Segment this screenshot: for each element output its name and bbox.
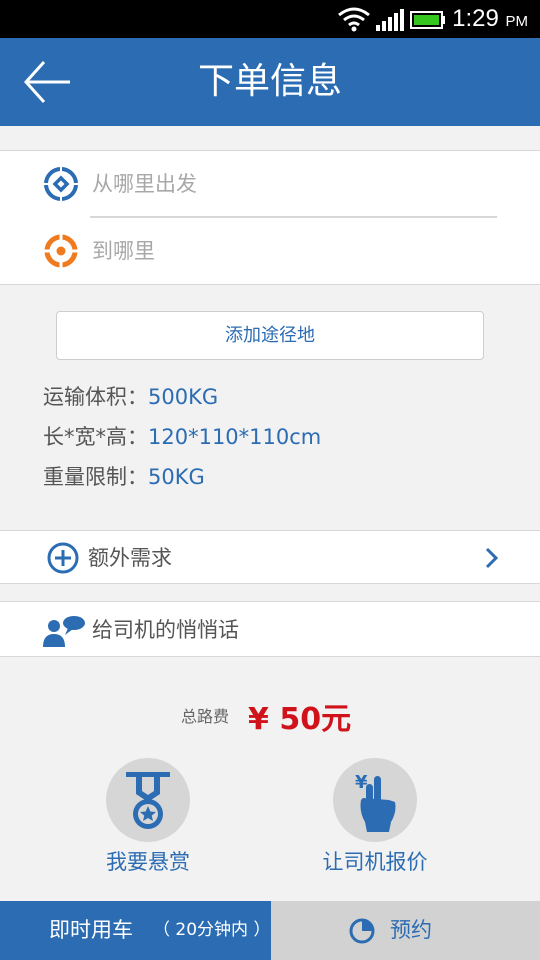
spec-weight: 重量限制：50KG — [43, 461, 205, 491]
person-chat-icon — [43, 616, 85, 647]
driver-message-row[interactable]: 给司机的悄悄话 — [0, 601, 540, 657]
reserve-label: 预约 — [390, 918, 432, 942]
medal-icon — [126, 772, 170, 829]
extra-requirements-row[interactable]: 额外需求 — [0, 530, 540, 584]
destination-icon — [44, 234, 78, 268]
battery-icon — [410, 11, 445, 29]
driver-quote-label: 让司机报价 — [322, 850, 428, 874]
total-fee-value: ¥ 50元 — [248, 702, 352, 737]
spec-volume: 运输体积：500KG — [43, 381, 218, 411]
total-fee-label: 总路费 — [181, 707, 230, 726]
wifi-icon — [338, 7, 370, 27]
driver-message-label: 给司机的悄悄话 — [92, 618, 239, 642]
from-placeholder: 从哪里出发 — [92, 172, 197, 196]
spec-weight-label: 重量限制： — [43, 465, 148, 489]
back-arrow-icon[interactable] — [22, 58, 74, 106]
immediate-order-label: 即时用车 — [49, 918, 133, 942]
spec-dimensions-value: 120*110*110cm — [148, 425, 322, 449]
chevron-right-icon — [485, 547, 499, 569]
status-bar: 1:29 PM — [0, 0, 540, 38]
reward-option-button[interactable]: 我要悬赏 — [73, 758, 223, 878]
spec-volume-value: 500KG — [148, 385, 219, 409]
driver-quote-option-button[interactable]: ¥ 让司机报价 — [300, 758, 450, 878]
status-icons — [338, 7, 445, 32]
bottom-action-bar: 即时用车 （ 20分钟内 ） 预约 — [0, 901, 540, 960]
clock: 1:29 PM — [452, 5, 528, 33]
route-section: 从哪里出发 到哪里 — [0, 150, 540, 285]
to-field[interactable]: 到哪里 — [0, 218, 540, 284]
immediate-order-sublabel: （ 20分钟内 ） — [153, 920, 271, 940]
clock-time: 1:29 — [452, 5, 499, 32]
to-placeholder: 到哪里 — [92, 239, 155, 263]
reward-label: 我要悬赏 — [106, 850, 190, 874]
add-circle-icon — [47, 542, 79, 574]
title-bar: 下单信息 — [0, 38, 540, 126]
from-field[interactable]: 从哪里出发 — [0, 151, 540, 217]
signal-icon — [376, 9, 404, 31]
page-title: 下单信息 — [197, 61, 342, 102]
quote-icon-circle: ¥ — [333, 758, 417, 842]
reward-icon-circle — [106, 758, 190, 842]
spec-weight-value: 50KG — [148, 465, 205, 489]
add-waypoint-button[interactable]: 添加途径地 — [56, 311, 484, 360]
clock-ampm: PM — [505, 13, 529, 30]
spec-dimensions-label: 长*宽*高： — [43, 425, 148, 449]
clock-pie-icon — [349, 918, 375, 944]
reserve-button[interactable]: 预约 — [271, 901, 540, 960]
start-location-icon — [44, 167, 78, 201]
yuan-hand-icon: ¥ — [355, 772, 396, 832]
spec-dimensions: 长*宽*高：120*110*110cm — [43, 421, 321, 451]
extra-requirements-label: 额外需求 — [88, 546, 172, 570]
spec-volume-label: 运输体积： — [43, 385, 148, 409]
immediate-order-button[interactable]: 即时用车 （ 20分钟内 ） — [0, 901, 271, 960]
